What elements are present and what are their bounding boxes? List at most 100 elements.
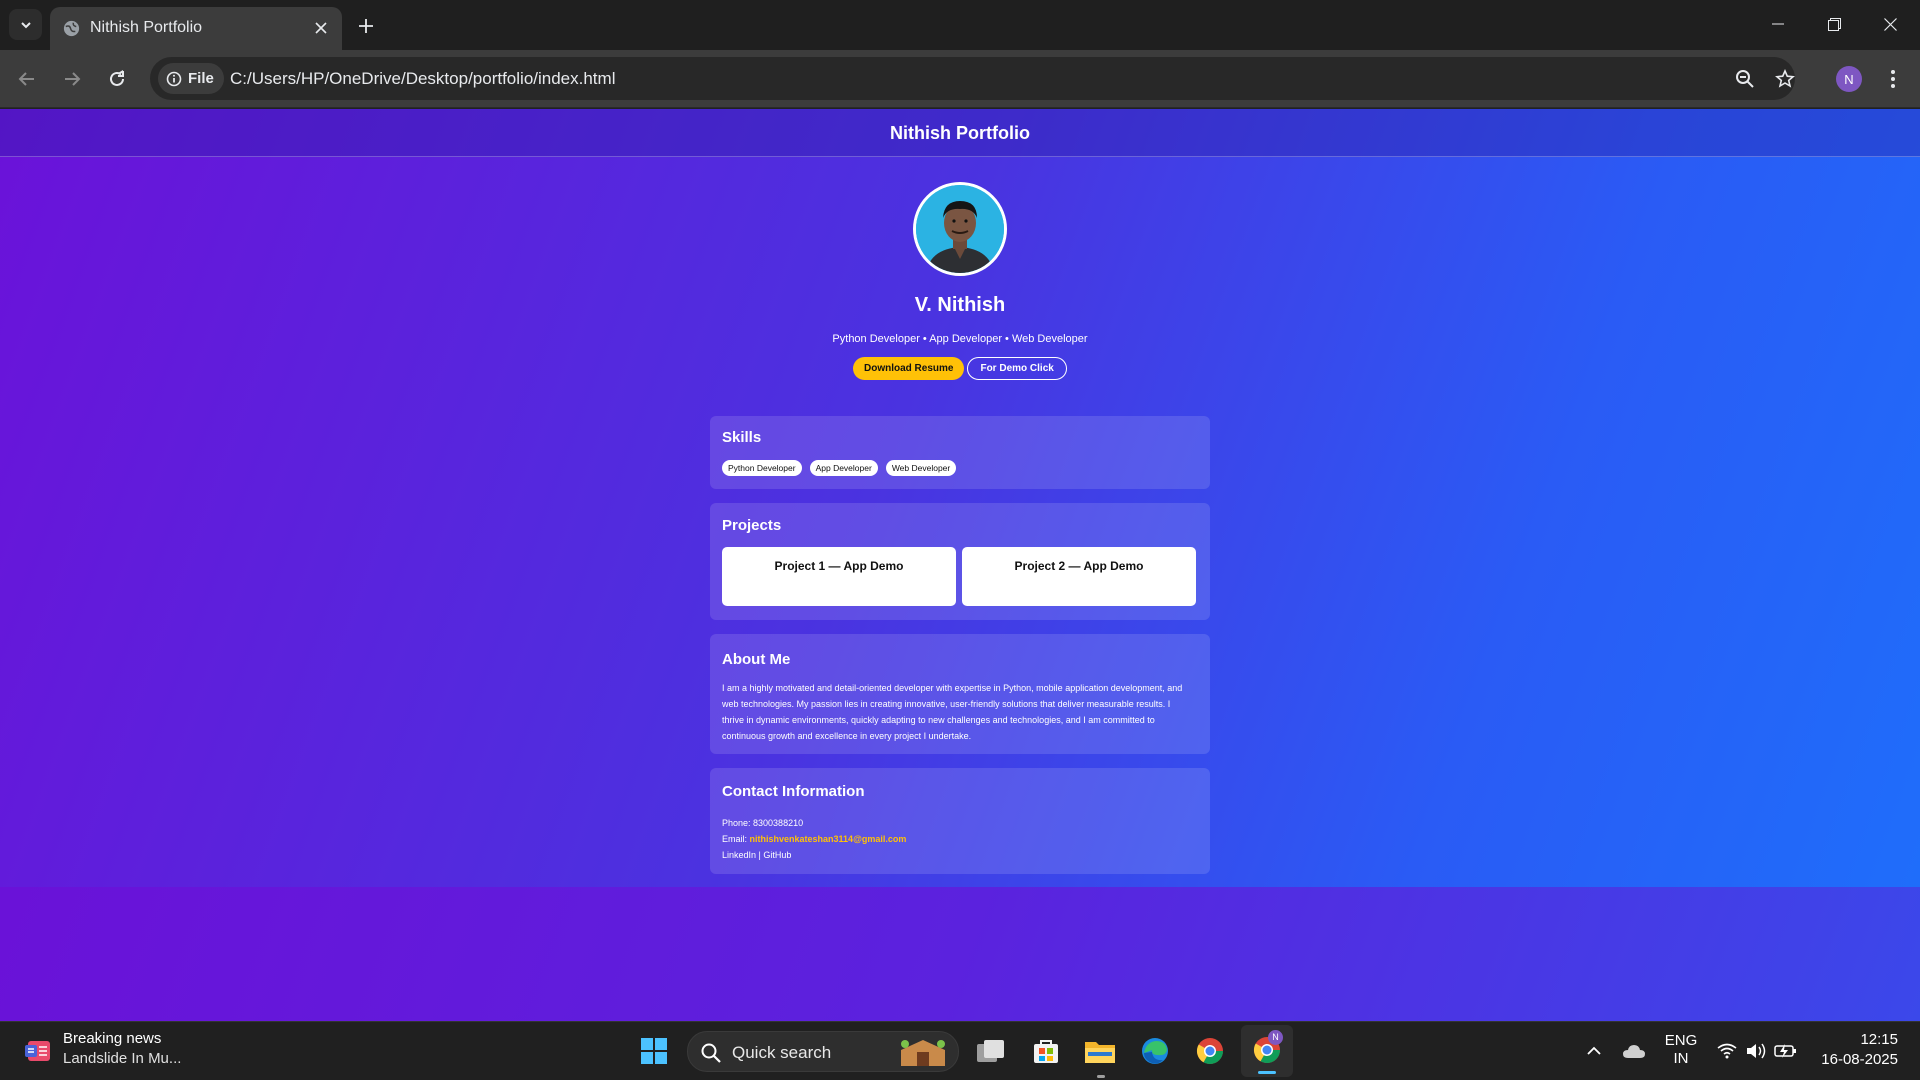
chrome-button[interactable] xyxy=(1194,1035,1226,1067)
projects-heading: Projects xyxy=(722,517,782,534)
taskbar-search[interactable]: Quick search xyxy=(687,1031,959,1072)
skills-heading: Skills xyxy=(722,429,762,446)
close-window-button[interactable] xyxy=(1862,0,1918,48)
skills-card: Skills Python Developer App Developer We… xyxy=(710,416,1210,489)
new-tab-button[interactable] xyxy=(352,12,380,40)
email-label: Email: xyxy=(722,834,750,844)
skills-list: Python Developer App Developer Web Devel… xyxy=(722,460,957,476)
contact-heading: Contact Information xyxy=(722,783,865,800)
clock-time: 12:15 xyxy=(1860,1031,1898,1048)
about-heading: About Me xyxy=(722,651,791,668)
tab-search-button[interactable] xyxy=(9,9,42,40)
restore-button[interactable] xyxy=(1806,0,1862,48)
email-link[interactable]: nithishvenkateshan3114@gmail.com xyxy=(750,834,907,844)
system-clock[interactable]: 12:15 16-08-2025 xyxy=(1821,1030,1898,1070)
browser-menu-button[interactable] xyxy=(1880,64,1906,94)
search-placeholder: Quick search xyxy=(732,1043,832,1062)
arrow-right-icon xyxy=(65,72,81,86)
contact-card: Contact Information Phone: 8300388210 Em… xyxy=(710,768,1210,874)
volume-icon xyxy=(1747,1043,1766,1059)
info-icon xyxy=(166,71,182,86)
bookmark-button[interactable] xyxy=(1772,66,1798,92)
chrome-profile-badge: N xyxy=(1268,1030,1283,1045)
chevron-down-icon xyxy=(20,21,31,28)
download-resume-button[interactable]: Download Resume xyxy=(853,357,965,380)
folder-icon xyxy=(1085,1042,1115,1063)
url-text[interactable]: C:/Users/HP/OneDrive/Desktop/portfolio/i… xyxy=(230,68,615,90)
clock-date: 16-08-2025 xyxy=(1821,1051,1898,1068)
news-subtitle[interactable]: Landslide In Mu... xyxy=(63,1050,181,1067)
region-code: IN xyxy=(1673,1050,1689,1067)
contact-details: Phone: 8300388210 Email: nithishvenkates… xyxy=(722,815,906,863)
profile-tagline: Python Developer • App Developer • Web D… xyxy=(832,333,1088,345)
projects-list: Project 1 — App Demo Project 2 — App Dem… xyxy=(722,547,1196,606)
close-icon xyxy=(1883,17,1897,31)
battery-status[interactable] xyxy=(1770,1035,1802,1067)
about-text: I am a highly motivated and detail-orien… xyxy=(722,683,1183,741)
reload-icon xyxy=(110,70,124,86)
store-button[interactable] xyxy=(1030,1035,1062,1067)
chevron-up-icon xyxy=(1587,1046,1601,1055)
social-links[interactable]: LinkedIn | GitHub xyxy=(722,847,906,863)
language-indicator[interactable]: ENG IN xyxy=(1662,1032,1700,1068)
plus-icon xyxy=(359,19,373,33)
news-title[interactable]: Breaking news xyxy=(63,1030,161,1047)
browser-tab-bar: Nithish Portfolio xyxy=(0,0,1920,50)
demo-button[interactable]: For Demo Click xyxy=(967,357,1067,380)
browser-tab[interactable]: Nithish Portfolio xyxy=(50,7,342,50)
browser-toolbar: File C:/Users/HP/OneDrive/Desktop/portfo… xyxy=(0,50,1920,108)
tab-title: Nithish Portfolio xyxy=(90,19,203,36)
page-title: Nithish Portfolio xyxy=(890,123,1030,143)
active-chrome-profile-button[interactable]: N xyxy=(1241,1025,1293,1077)
search-highlight-icon xyxy=(901,1040,945,1066)
page-viewport: Nithish Portfolio V. Nithish Python Deve… xyxy=(0,109,1920,1021)
back-button[interactable] xyxy=(12,64,42,94)
profile-name: V. Nithish xyxy=(914,294,1006,316)
chrome-icon xyxy=(1196,1038,1224,1065)
onedrive-button[interactable] xyxy=(1618,1035,1650,1067)
project-card-1[interactable]: Project 1 — App Demo xyxy=(722,547,956,606)
task-view-icon xyxy=(977,1040,1004,1062)
profile-avatar[interactable]: N xyxy=(1836,66,1862,92)
profile-photo xyxy=(913,182,1007,276)
store-icon xyxy=(1034,1040,1058,1063)
show-hidden-icons-button[interactable] xyxy=(1578,1035,1610,1067)
wifi-status[interactable] xyxy=(1711,1035,1743,1067)
task-view-button[interactable] xyxy=(975,1035,1007,1067)
wifi-icon xyxy=(1717,1043,1737,1059)
skill-chip: App Developer xyxy=(809,460,878,476)
file-chip-label: File xyxy=(188,70,214,87)
phone-number: 8300388210 xyxy=(753,818,804,828)
forward-button[interactable] xyxy=(57,64,87,94)
skill-chip: Python Developer xyxy=(722,460,802,476)
active-indicator xyxy=(1258,1071,1276,1074)
news-widget-icon[interactable] xyxy=(24,1036,54,1066)
site-info-chip[interactable]: File xyxy=(158,63,224,94)
close-tab-icon[interactable] xyxy=(310,17,332,39)
reload-button[interactable] xyxy=(102,64,132,94)
zoom-out-icon xyxy=(1736,70,1754,88)
minimize-icon xyxy=(1772,23,1784,25)
volume-status[interactable] xyxy=(1740,1035,1772,1067)
search-icon xyxy=(701,1043,721,1063)
windows-taskbar: Breaking news Landslide In Mu... Quick s… xyxy=(0,1021,1920,1080)
email-line: Email: nithishvenkateshan3114@gmail.com xyxy=(722,831,906,847)
zoom-button[interactable] xyxy=(1732,66,1758,92)
edge-icon xyxy=(1142,1038,1168,1064)
hero-buttons: Download Resume For Demo Click xyxy=(853,357,1067,380)
address-bar[interactable]: File C:/Users/HP/OneDrive/Desktop/portfo… xyxy=(150,57,1795,100)
more-vertical-icon xyxy=(1891,70,1895,88)
language-code: ENG xyxy=(1664,1032,1698,1049)
project-card-2[interactable]: Project 2 — App Demo xyxy=(962,547,1196,606)
minimize-button[interactable] xyxy=(1750,0,1806,48)
projects-card: Projects Project 1 — App Demo Project 2 … xyxy=(710,503,1210,620)
star-icon xyxy=(1775,69,1795,88)
phone-label: Phone: xyxy=(722,818,754,828)
restore-icon xyxy=(1827,17,1841,31)
file-explorer-button[interactable] xyxy=(1084,1035,1116,1067)
cloud-icon xyxy=(1623,1045,1645,1058)
about-card: About Me I am a highly motivated and det… xyxy=(710,634,1210,754)
start-button[interactable] xyxy=(638,1035,670,1067)
skill-chip: Web Developer xyxy=(885,460,957,476)
edge-button[interactable] xyxy=(1139,1035,1171,1067)
